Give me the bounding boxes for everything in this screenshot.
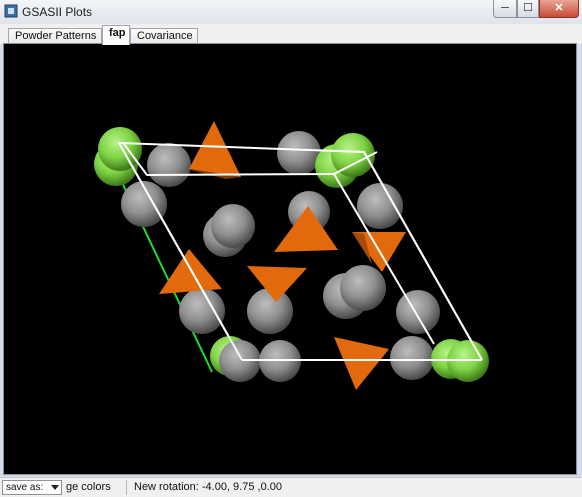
atom-sphere	[396, 290, 440, 334]
atom-sphere	[179, 288, 225, 334]
atom-sphere	[390, 336, 434, 380]
atom-sphere	[247, 288, 293, 334]
atom-sphere	[357, 183, 403, 229]
rotation-status: New rotation: -4.00, 9.75 ,0.00	[134, 481, 282, 493]
title-bar: GSASII Plots ─ ☐ ✕	[0, 0, 582, 25]
atom-sphere	[277, 131, 321, 175]
tab-bar: Powder Patterns fap Covariance	[0, 24, 582, 45]
status-bar: save as: ge colors New rotation: -4.00, …	[0, 477, 582, 497]
polyhedron	[334, 337, 389, 390]
atom-sphere	[331, 133, 375, 177]
close-button[interactable]: ✕	[539, 0, 579, 18]
maximize-button[interactable]: ☐	[517, 0, 539, 18]
atom-sphere	[147, 143, 191, 187]
atom-sphere	[98, 127, 142, 171]
structure-plot-svg[interactable]	[4, 44, 576, 474]
tab-covariance[interactable]: Covariance	[130, 28, 198, 44]
minimize-button[interactable]: ─	[493, 0, 517, 18]
tab-powder-patterns[interactable]: Powder Patterns	[8, 28, 102, 44]
structure-plot-canvas[interactable]	[3, 43, 577, 475]
status-separator	[126, 480, 127, 495]
save-as-dropdown[interactable]: save as:	[2, 480, 62, 495]
atom-sphere	[211, 204, 255, 248]
atom-sphere	[340, 265, 386, 311]
app-icon	[4, 4, 18, 18]
chevron-down-icon[interactable]	[51, 485, 59, 490]
window-title: GSASII Plots	[22, 5, 93, 19]
save-as-label: save as:	[6, 482, 44, 493]
polyhedron	[189, 121, 241, 177]
status-left-text: ge colors	[66, 481, 111, 493]
polyhedron	[159, 249, 222, 294]
tab-fap[interactable]: fap	[102, 25, 130, 45]
